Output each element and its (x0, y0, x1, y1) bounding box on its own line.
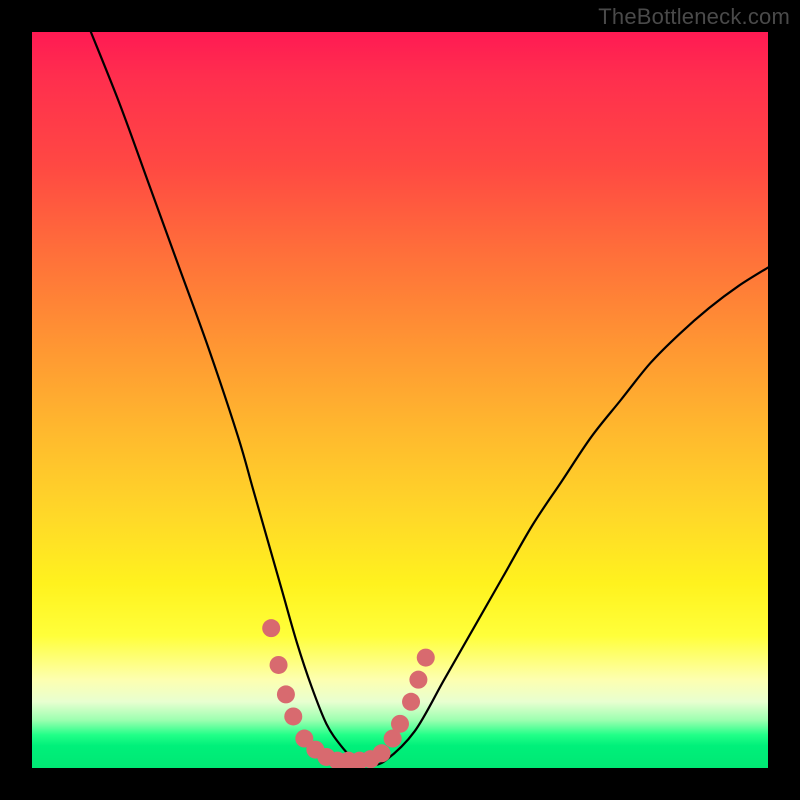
curve-layer (32, 32, 768, 768)
marker-dot (262, 619, 280, 637)
chart-frame: TheBottleneck.com (0, 0, 800, 800)
plot-area (32, 32, 768, 768)
marker-dot (270, 656, 288, 674)
bottom-marker-cluster (262, 619, 435, 768)
watermark-text: TheBottleneck.com (598, 4, 790, 30)
marker-dot (373, 744, 391, 762)
marker-dot (284, 707, 302, 725)
marker-dot (417, 649, 435, 667)
marker-dot (409, 671, 427, 689)
marker-dot (277, 685, 295, 703)
marker-dot (391, 715, 409, 733)
marker-dot (402, 693, 420, 711)
